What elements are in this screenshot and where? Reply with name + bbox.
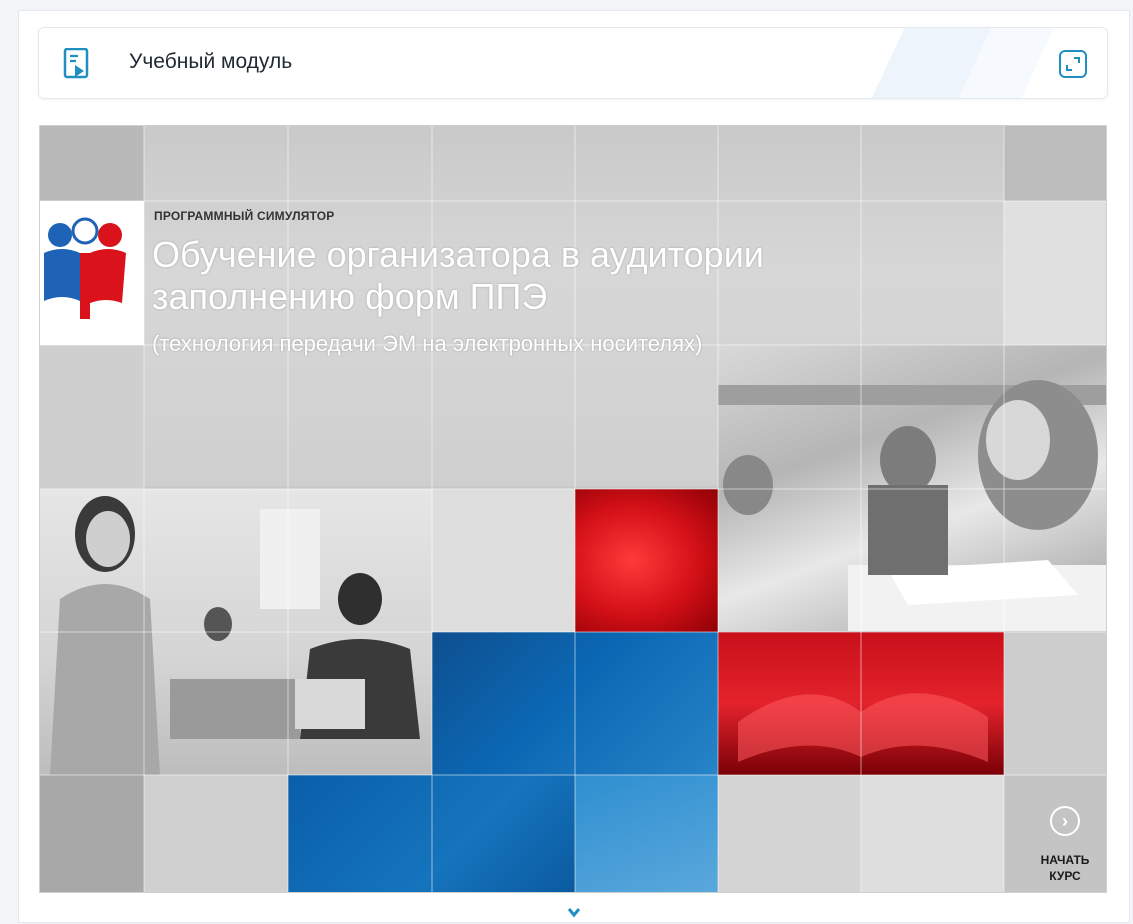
bg-tile	[40, 775, 144, 892]
book-photo	[718, 632, 1004, 775]
course-subtitle: (технология передачи ЭМ на электронных н…	[152, 331, 703, 356]
course-player: ПРОГРАММНЫЙ СИМУЛЯТОР Обучение организат…	[39, 125, 1107, 893]
book-illustration	[738, 693, 988, 762]
blue-tile	[288, 775, 575, 892]
bg-tile	[1004, 201, 1106, 345]
bg-tile	[861, 775, 1004, 892]
header-decoration	[747, 28, 1107, 98]
expand-icon[interactable]	[1059, 50, 1087, 78]
course-eyebrow: ПРОГРАММНЫЙ СИМУЛЯТОР	[154, 209, 335, 223]
chevron-right-circle-icon: ›	[1050, 806, 1080, 836]
course-title-line: Обучение организатора в аудитории	[152, 234, 764, 275]
office-illustration	[50, 496, 420, 775]
bg-tile	[144, 775, 288, 892]
chevron-down-icon[interactable]	[567, 905, 581, 919]
slides-play-icon	[63, 47, 93, 80]
start-course-label-line: КУРС	[1049, 869, 1081, 883]
module-header: Учебный модуль	[38, 27, 1108, 99]
bg-tile	[1004, 126, 1106, 201]
teacher-photo	[40, 489, 432, 775]
rustest-logo	[40, 201, 144, 345]
start-course-button[interactable]: › НАЧАТЬ КУРС	[1026, 806, 1104, 886]
blue-tile	[575, 775, 718, 892]
bg-tile	[432, 489, 575, 632]
bg-tile	[1004, 632, 1106, 775]
bg-tile	[40, 126, 144, 201]
start-course-label-line: НАЧАТЬ	[1040, 853, 1090, 867]
course-title: Обучение организатора в аудитории заполн…	[152, 234, 912, 318]
classroom-photo	[718, 345, 1106, 631]
red-tile	[575, 489, 718, 632]
bg-tile	[40, 345, 144, 489]
classroom-illustration	[718, 380, 1106, 631]
start-course-label: НАЧАТЬ КУРС	[1026, 852, 1104, 884]
module-title: Учебный модуль	[129, 50, 293, 73]
bg-tile	[718, 775, 861, 892]
blue-tile	[432, 632, 718, 775]
course-title-line: заполнению форм ППЭ	[152, 276, 548, 317]
